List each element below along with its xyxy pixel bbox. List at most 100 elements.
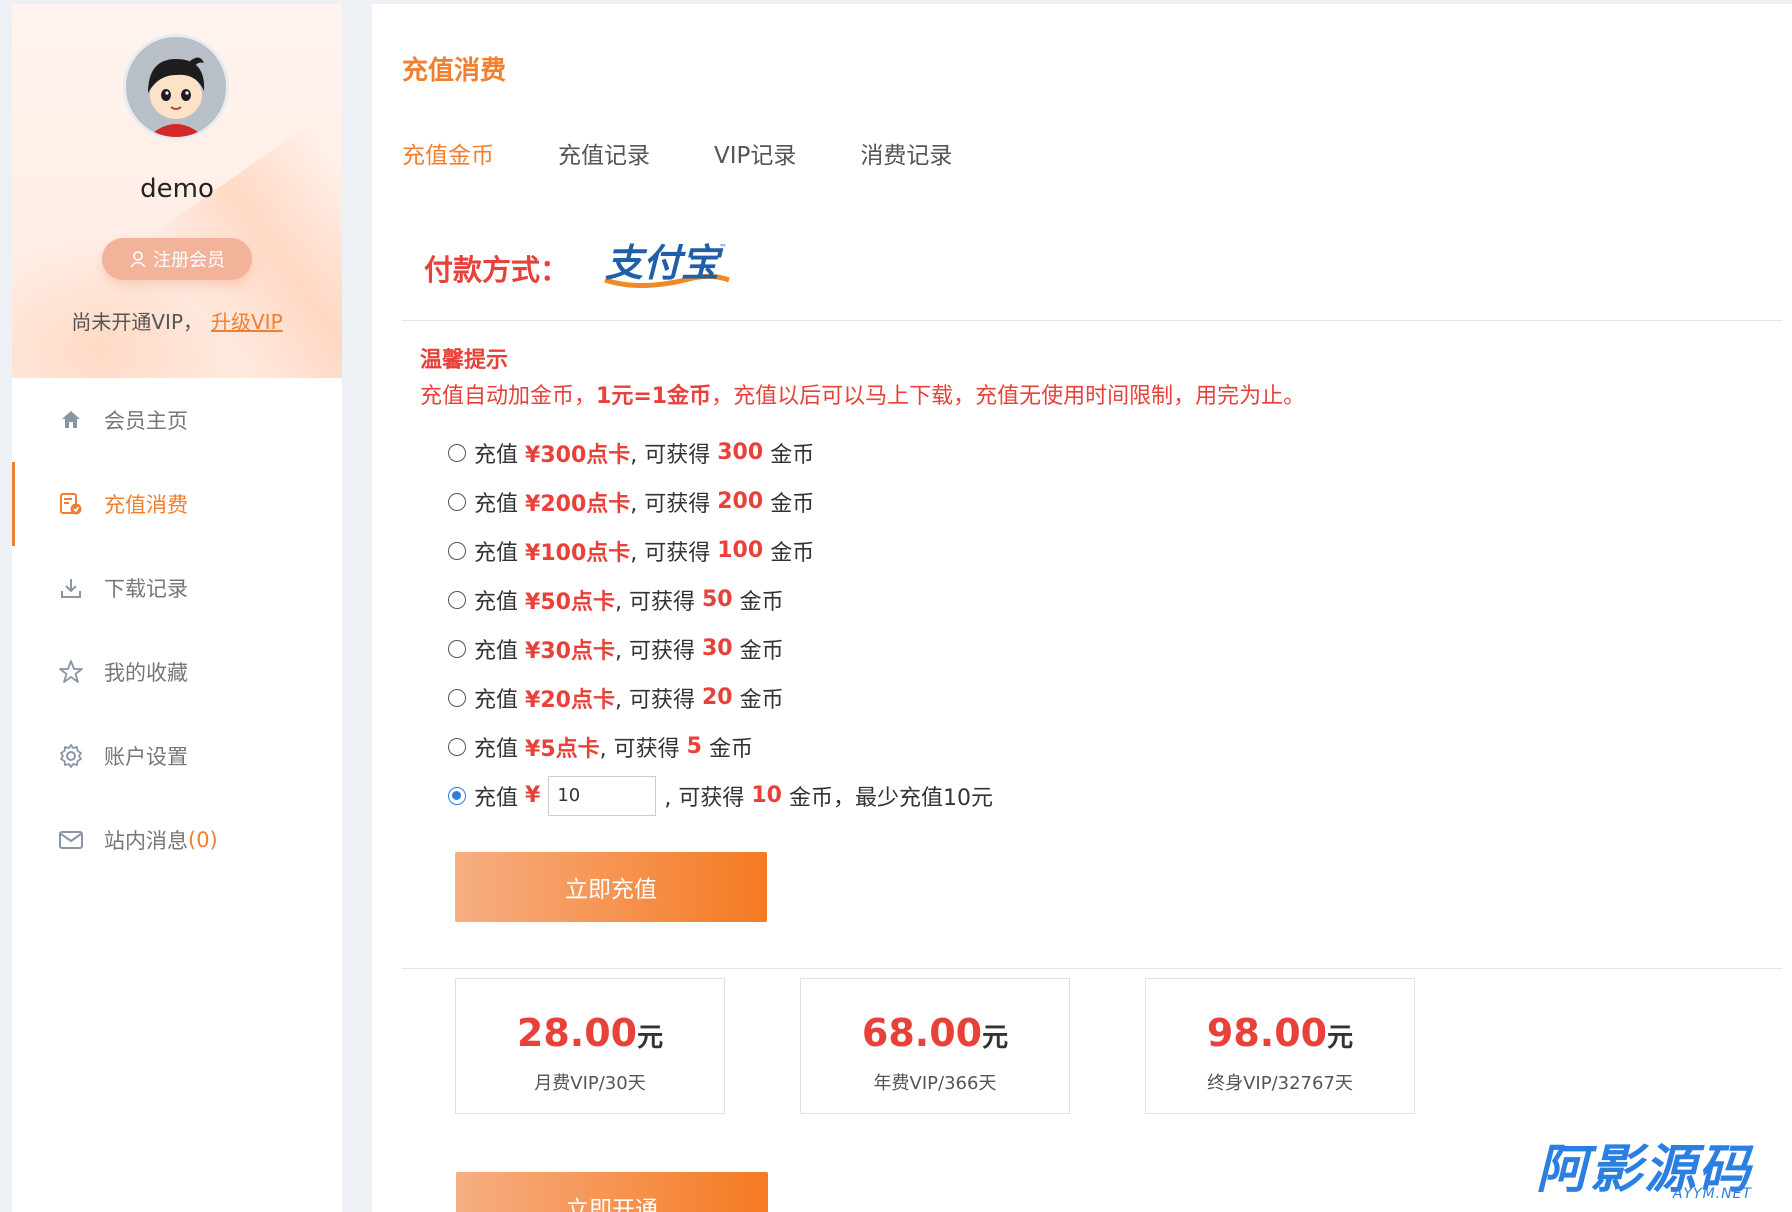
recharge-option-20[interactable]: 充值 ¥20点卡, 可获得 20 金币 xyxy=(448,673,993,722)
option-card: ¥50点卡 xyxy=(525,589,615,615)
svg-text:™: ™ xyxy=(719,243,727,252)
radio-button[interactable] xyxy=(448,737,466,756)
tip-text-part: 充值自动加金币， xyxy=(420,384,597,409)
recharge-icon xyxy=(56,489,86,519)
vip-price-unit: 元 xyxy=(982,1023,1009,1053)
vip-price-unit: 元 xyxy=(637,1023,664,1053)
option-prefix: 充值 xyxy=(474,687,519,713)
radio-button[interactable] xyxy=(448,590,466,609)
option-prefix: 充值 xyxy=(474,491,519,517)
recharge-option-50[interactable]: 充值 ¥50点卡, 可获得 50 金币 xyxy=(448,575,993,624)
recharge-option-custom[interactable]: 充值 ¥ , 可获得 10 金币，最少充值10元 xyxy=(448,771,993,820)
option-prefix: 充值 xyxy=(474,589,519,615)
sidebar-item-settings[interactable]: 账户设置 xyxy=(12,714,342,798)
watermark-logo: 阿影源码 AYYM.NET xyxy=(1536,1144,1752,1202)
option-card: ¥30点卡 xyxy=(525,638,615,664)
vip-status-text: 尚未开通VIP， xyxy=(71,310,203,334)
recharge-option-100[interactable]: 充值 ¥100点卡, 可获得 100 金币 xyxy=(448,526,993,575)
vip-plan-lifetime[interactable]: 98.00元 终身VIP/32767天 xyxy=(1145,978,1415,1114)
radio-button[interactable] xyxy=(448,443,466,462)
recharge-options: 充值 ¥300点卡, 可获得 300 金币 充值 ¥200点卡, 可获得 200… xyxy=(448,428,993,820)
vip-price-value: 98.00 xyxy=(1206,1011,1328,1055)
sidebar: demo 注册会员 尚未开通VIP， 升级VIP 会员主页 充值消费 下载记录 xyxy=(12,4,342,1212)
radio-button[interactable] xyxy=(448,639,466,658)
option-coins: 5 xyxy=(686,734,702,759)
svg-text:支付宝: 支付宝 xyxy=(605,241,724,285)
option-suffix: 金币 xyxy=(770,442,815,468)
open-vip-button[interactable]: 立即开通 xyxy=(456,1172,768,1212)
option-prefix: 充值 xyxy=(474,736,519,762)
sidebar-item-favorites[interactable]: 我的收藏 xyxy=(12,630,342,714)
option-coins: 100 xyxy=(717,538,764,563)
vip-plan-monthly[interactable]: 28.00元 月费VIP/30天 xyxy=(455,978,725,1114)
mail-icon xyxy=(56,825,86,855)
vip-price: 28.00元 xyxy=(456,1011,724,1055)
upgrade-vip-link[interactable]: 升级VIP xyxy=(211,310,283,334)
option-prefix: 充值 xyxy=(474,785,519,811)
tab-bar: 充值金币 充值记录 VIP记录 消费记录 xyxy=(402,136,952,170)
option-suffix: 金币 xyxy=(739,589,784,615)
payment-method: 付款方式： 支付宝 ™ xyxy=(424,240,733,296)
alipay-logo[interactable]: 支付宝 ™ xyxy=(601,240,733,296)
vip-status: 尚未开通VIP， 升级VIP xyxy=(12,306,342,335)
avatar[interactable] xyxy=(123,34,229,140)
sidebar-item-recharge[interactable]: 充值消费 xyxy=(12,462,342,546)
tab-recharge-coins[interactable]: 充值金币 xyxy=(402,136,494,170)
vip-price: 68.00元 xyxy=(801,1011,1069,1055)
sidebar-item-label: 下载记录 xyxy=(104,577,188,601)
member-badge: 注册会员 xyxy=(102,238,252,280)
option-mid: , 可获得 xyxy=(599,736,680,762)
recharge-option-300[interactable]: 充值 ¥300点卡, 可获得 300 金币 xyxy=(448,428,993,477)
vip-plan-yearly[interactable]: 68.00元 年费VIP/366天 xyxy=(800,978,1070,1114)
option-prefix: 充值 xyxy=(474,442,519,468)
option-mid: , 可获得 xyxy=(614,687,695,713)
recharge-now-button[interactable]: 立即充值 xyxy=(455,852,767,922)
sidebar-item-messages[interactable]: 站内消息 (0) xyxy=(12,798,342,882)
download-icon xyxy=(56,573,86,603)
radio-button-selected[interactable] xyxy=(448,786,466,805)
option-suffix: 金币 xyxy=(739,638,784,664)
tab-recharge-records[interactable]: 充值记录 xyxy=(558,136,650,170)
recharge-option-30[interactable]: 充值 ¥30点卡, 可获得 30 金币 xyxy=(448,624,993,673)
option-suffix: 金币 xyxy=(770,540,815,566)
radio-button[interactable] xyxy=(448,492,466,511)
tab-consumption-records[interactable]: 消费记录 xyxy=(860,136,952,170)
user-icon xyxy=(130,251,146,268)
option-coins: 50 xyxy=(701,587,733,612)
option-mid: , 可获得 xyxy=(664,785,745,811)
sidebar-item-label: 会员主页 xyxy=(104,409,188,433)
page-title: 充值消费 xyxy=(402,56,507,86)
recharge-option-5[interactable]: 充值 ¥5点卡, 可获得 5 金币 xyxy=(448,722,993,771)
custom-amount-input[interactable] xyxy=(548,775,657,816)
option-coins: 20 xyxy=(701,685,733,710)
tip-text-part: ，充值以后可以马上下载，充值无使用时间限制，用完为止。 xyxy=(711,384,1306,409)
username: demo xyxy=(140,174,214,204)
message-count: (0) xyxy=(188,828,218,852)
tip-text: 充值自动加金币，1元=1金币，充值以后可以马上下载，充值无使用时间限制，用完为止… xyxy=(420,378,1305,410)
option-prefix: 充值 xyxy=(474,540,519,566)
option-mid: , 可获得 xyxy=(630,442,711,468)
watermark-sub: AYYM.NET xyxy=(1672,1186,1752,1202)
profile-card: demo 注册会员 尚未开通VIP， 升级VIP xyxy=(12,4,342,378)
recharge-option-200[interactable]: 充值 ¥200点卡, 可获得 200 金币 xyxy=(448,477,993,526)
sidebar-item-label: 我的收藏 xyxy=(104,661,188,685)
sidebar-item-home[interactable]: 会员主页 xyxy=(12,378,342,462)
option-mid: , 可获得 xyxy=(630,491,711,517)
radio-button[interactable] xyxy=(448,541,466,560)
sidebar-item-label: 账户设置 xyxy=(104,745,188,769)
vip-plan-name: 月费VIP/30天 xyxy=(534,1073,646,1094)
sidebar-item-label: 站内消息 xyxy=(104,829,188,853)
payment-method-label: 付款方式： xyxy=(424,253,570,287)
home-icon xyxy=(56,405,86,435)
vip-price: 98.00元 xyxy=(1146,1011,1414,1055)
vip-plan-name: 终身VIP/32767天 xyxy=(1207,1073,1353,1094)
option-suffix: 金币 xyxy=(770,491,815,517)
tab-vip-records[interactable]: VIP记录 xyxy=(714,136,796,170)
option-card: ¥200点卡 xyxy=(525,491,631,517)
currency-symbol: ¥ xyxy=(525,783,541,808)
divider xyxy=(402,968,1782,969)
main-content: 充值消费 充值金币 充值记录 VIP记录 消费记录 付款方式： 支付宝 ™ 温馨… xyxy=(372,4,1792,1212)
sidebar-item-downloads[interactable]: 下载记录 xyxy=(12,546,342,630)
radio-button[interactable] xyxy=(448,688,466,707)
vip-price-value: 28.00 xyxy=(516,1011,638,1055)
